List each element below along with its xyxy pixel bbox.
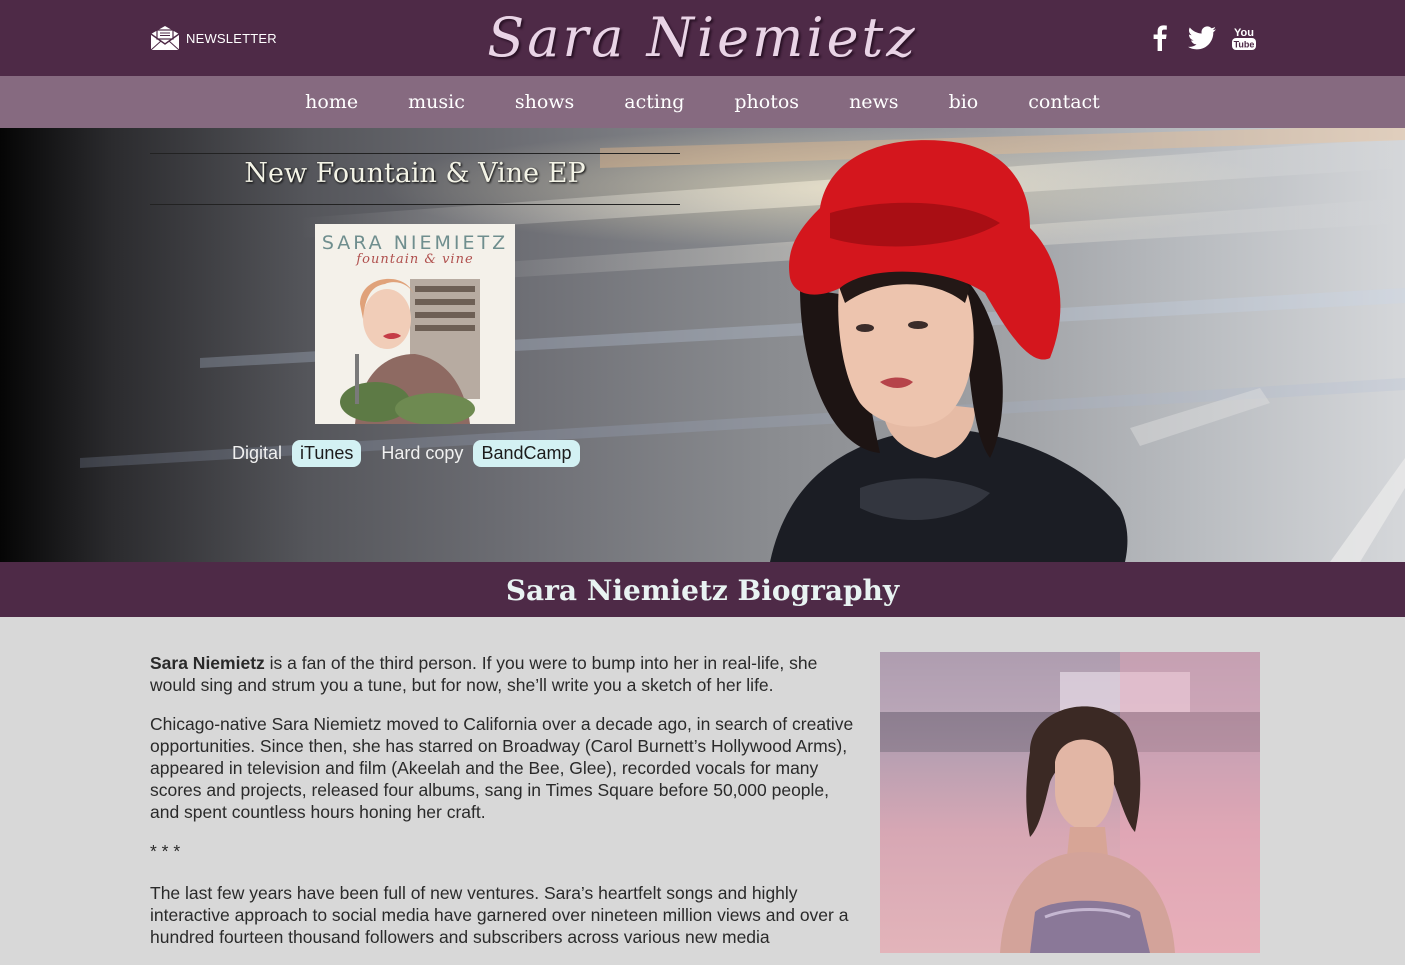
nav-shows[interactable]: shows [490,76,599,128]
bio-name: Sara Niemietz [150,653,265,673]
twitter-icon [1187,26,1216,50]
svg-text:You: You [1234,27,1254,39]
nav-home[interactable]: home [280,76,383,128]
digital-label: Digital [232,443,283,463]
bio-separator: * * * [150,841,181,861]
bandcamp-button[interactable]: BandCamp [473,440,580,467]
buy-links: Digital iTunes Hard copy BandCamp [232,439,580,468]
cover-art [340,278,480,424]
hero-banner: New Fountain & Vine EP SARA NIEMIETZ fou… [0,128,1405,562]
ep-title: New Fountain & Vine EP [244,158,586,189]
bio-paragraph-2: Chicago-native Sara Niemietz moved to Ca… [150,714,854,822]
nav-list: home music shows acting photos news bio … [0,76,1405,128]
bio-photo [880,652,1260,953]
svg-text:Tube: Tube [1234,40,1255,50]
youtube-icon: You Tube [1232,27,1256,50]
bio-photo-art [880,652,1260,953]
twitter-link[interactable] [1187,24,1217,52]
hero-photo [80,128,1405,562]
main-nav: home music shows acting photos news bio … [0,76,1405,128]
facebook-link[interactable] [1152,24,1168,52]
youtube-link[interactable]: You Tube [1231,24,1257,52]
facebook-icon [1153,25,1167,51]
nav-photos[interactable]: photos [709,76,824,128]
bio-paragraph-3: The last few years have been full of new… [150,883,849,947]
ep-divider-top [150,153,680,154]
bio-paragraph-1: Sara Niemietz is a fan of the third pers… [150,652,862,696]
section-title-band: Sara Niemietz Biography [0,562,1405,617]
nav-contact[interactable]: contact [1003,76,1125,128]
nav-news[interactable]: news [824,76,924,128]
ep-divider-bottom [150,204,680,205]
hardcopy-label: Hard copy [381,443,464,463]
section-title: Sara Niemietz Biography [505,574,900,607]
album-cover[interactable]: SARA NIEMIETZ fountain & vine [315,224,515,424]
nav-acting[interactable]: acting [599,76,709,128]
bio-text: Sara Niemietz is a fan of the third pers… [150,652,862,965]
nav-music[interactable]: music [383,76,490,128]
site-header: NEWSLETTER Sara Niemietz You Tube [0,0,1405,76]
nav-bio[interactable]: bio [924,76,1004,128]
itunes-button[interactable]: iTunes [292,440,362,467]
